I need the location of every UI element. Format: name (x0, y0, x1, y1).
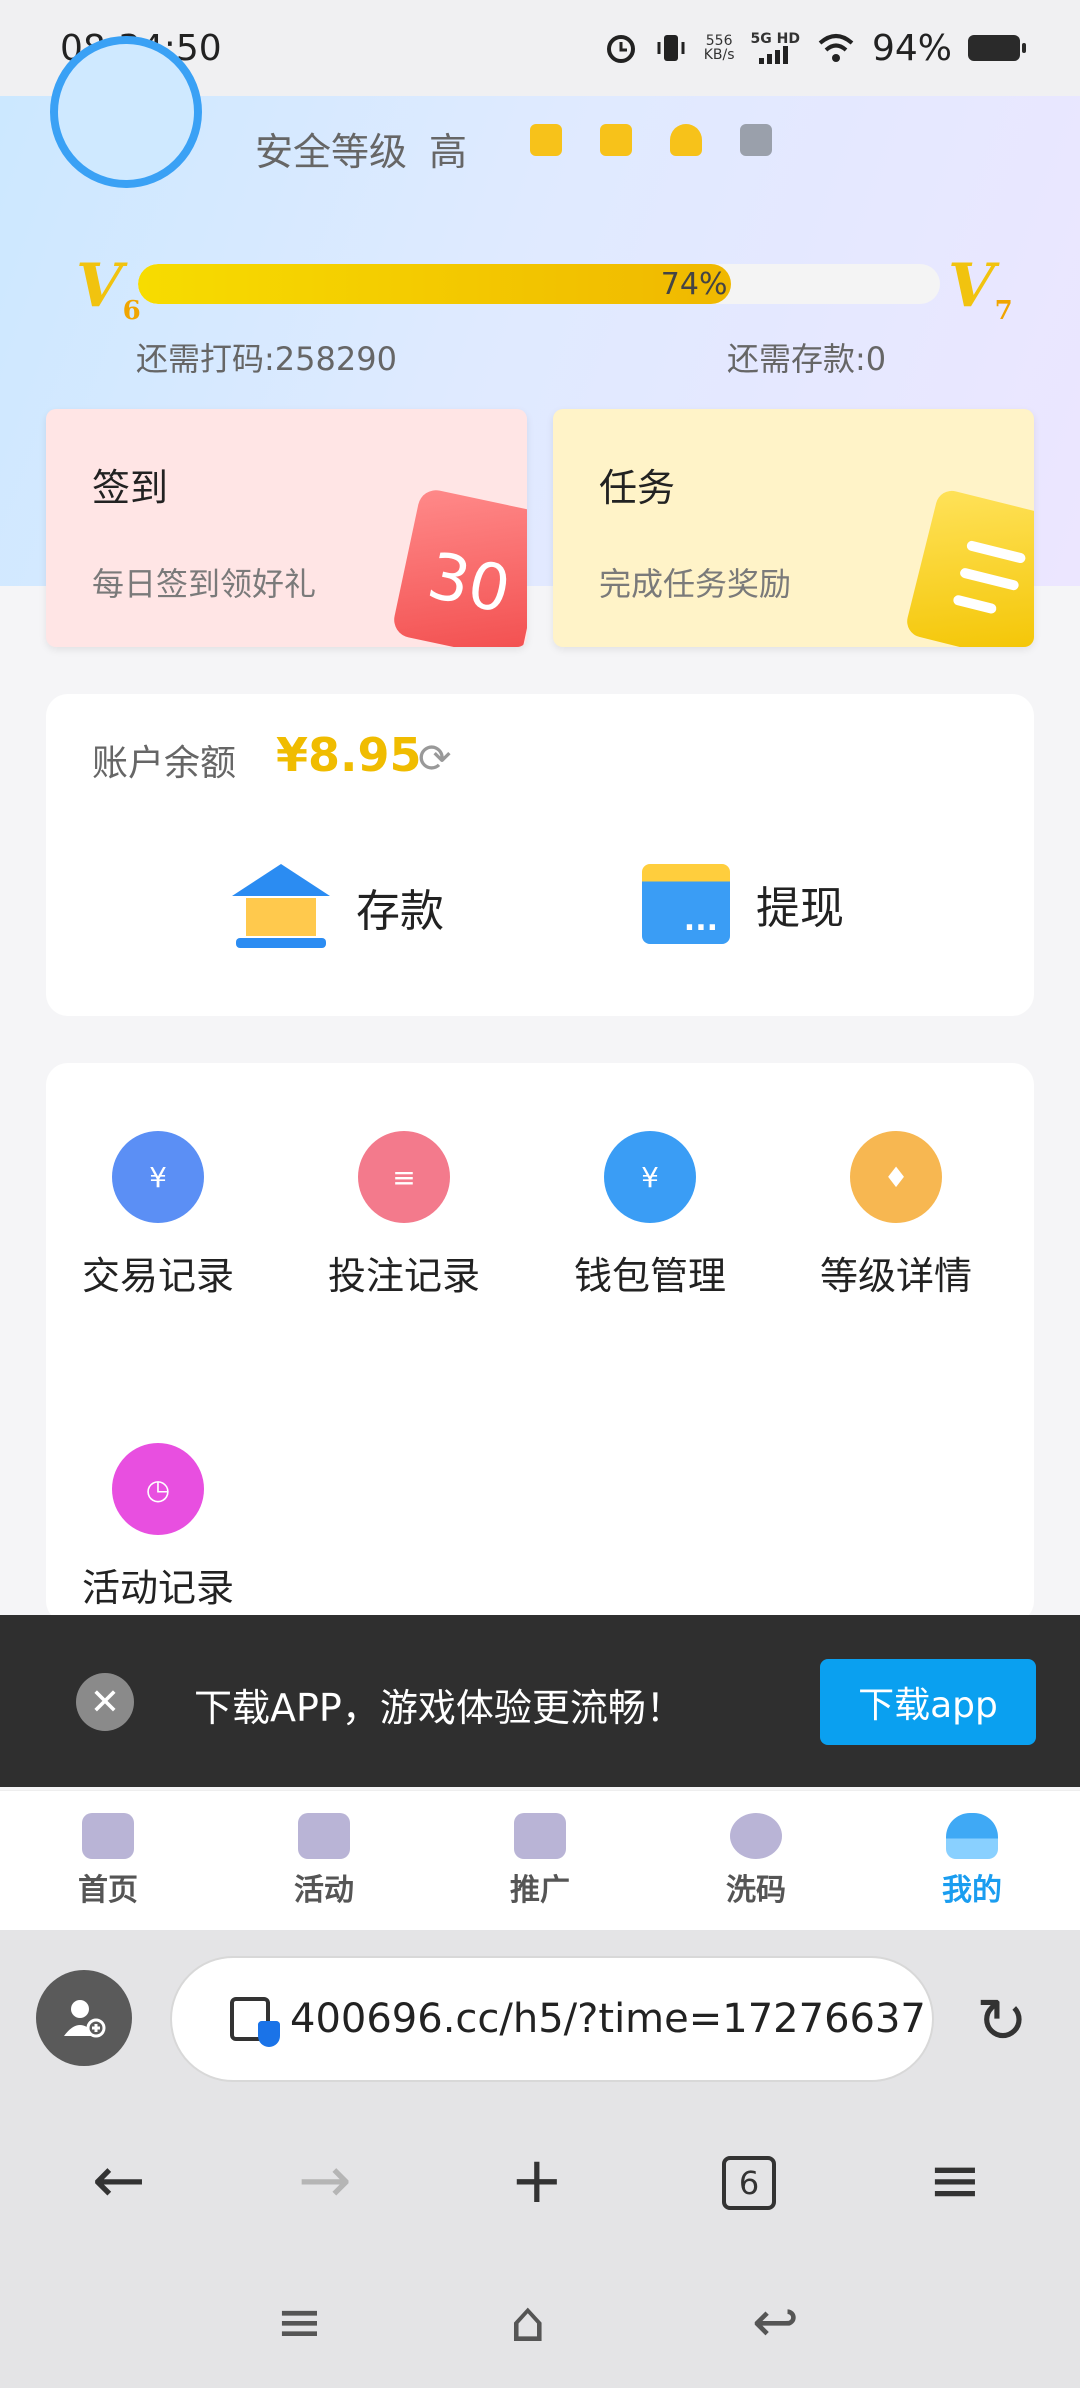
vip-current-badge: V6 (76, 251, 141, 326)
bet-record-icon: ≡ (358, 1131, 450, 1223)
tab-mine[interactable]: 我的 (864, 1791, 1080, 1930)
withdraw-button[interactable]: 提现 (642, 864, 844, 944)
tab-home[interactable]: 首页 (0, 1791, 216, 1930)
download-banner: ✕ 下载APP，游戏体验更流畅！ 下载app (0, 1615, 1080, 1787)
battery-icon (968, 35, 1026, 61)
deposit-button[interactable]: 存款 (232, 864, 444, 950)
sign-in-subtitle: 每日签到领好礼 (92, 565, 317, 603)
wallet-icon (642, 864, 730, 944)
vip-next-badge: V7 (948, 251, 1013, 326)
system-navigation-bar: ≡ ⌂ ↩ (0, 2260, 1080, 2388)
status-icons: 556 KB/s 5G HD 94% (604, 27, 1026, 69)
level-icon: ♦ (850, 1131, 942, 1223)
browser-toolbar: ← → + 6 ≡ (0, 2110, 1080, 2260)
close-banner-icon[interactable]: ✕ (76, 1673, 134, 1731)
net-speed: 556 KB/s (703, 33, 735, 63)
menu-wallet-manage[interactable]: ¥ 钱包管理 (540, 1131, 760, 1300)
rebate-icon (730, 1812, 782, 1859)
wallet-manage-icon: ¥ (604, 1131, 696, 1223)
bottom-tab-bar: 首页 活动 推广 洗码 我的 (0, 1790, 1080, 1930)
menu-panel: ¥ 交易记录 ≡ 投注记录 ¥ 钱包管理 ♦ 等级详情 ◷ 活动记录 (46, 1063, 1034, 1623)
alarm-icon (604, 31, 638, 65)
address-bar[interactable]: 400696.cc/h5/?time=17276637 (170, 1956, 934, 2082)
transaction-icon: ¥ (112, 1131, 204, 1223)
download-banner-text: 下载APP，游戏体验更流畅！ (194, 1686, 684, 1730)
security-icons (530, 124, 772, 156)
vip-progress-bar: 74% (138, 264, 940, 304)
sign-in-card[interactable]: 签到 每日签到领好礼 30 (46, 409, 527, 647)
security-value: 高 (429, 130, 468, 174)
security-label: 安全等级 (255, 130, 408, 174)
task-card[interactable]: 任务 完成任务奖励 (553, 409, 1034, 647)
need-deposit-text: 还需存款:0 (727, 340, 887, 378)
browser-menu-icon[interactable]: ≡ (928, 2144, 982, 2218)
email-verify-icon[interactable] (600, 124, 632, 156)
activity-icon (298, 1812, 350, 1859)
promote-icon (514, 1812, 566, 1859)
password-lock-icon[interactable] (740, 124, 772, 156)
task-subtitle: 完成任务奖励 (599, 565, 792, 603)
battery-percent: 94% (871, 27, 952, 69)
menu-bet-record[interactable]: ≡ 投注记录 (294, 1131, 514, 1300)
home-nav-icon[interactable]: ⌂ (510, 2290, 546, 2355)
vip-progress-text: 74% (660, 266, 728, 302)
back-arrow-icon[interactable]: ← (92, 2144, 146, 2218)
menu-transaction-record[interactable]: ¥ 交易记录 (48, 1131, 268, 1300)
menu-activity-record[interactable]: ◷ 活动记录 (48, 1443, 268, 1612)
new-tab-plus-icon[interactable]: + (510, 2144, 564, 2218)
tab-activity[interactable]: 活动 (216, 1791, 432, 1930)
security-level: 安全等级 高 (255, 121, 467, 176)
tab-rebate[interactable]: 洗码 (648, 1791, 864, 1930)
need-code-text: 还需打码:258290 (136, 340, 397, 378)
deposit-label: 存款 (356, 886, 444, 937)
vip-progress-fill: 74% (138, 264, 732, 304)
recent-apps-icon[interactable]: ≡ (276, 2290, 323, 2355)
secure-lock-icon[interactable] (230, 1997, 280, 2047)
wifi-icon (816, 31, 856, 65)
bank-icon (232, 864, 330, 950)
forward-arrow-icon[interactable]: → (298, 2144, 352, 2218)
task-title: 任务 (599, 466, 676, 510)
browser-profile-button[interactable] (36, 1970, 132, 2066)
balance-label: 账户余额 (92, 743, 237, 784)
download-app-button[interactable]: 下载app (820, 1659, 1036, 1745)
calendar-icon: 30 (390, 486, 527, 647)
withdraw-label: 提现 (756, 883, 844, 934)
user-add-icon (64, 2000, 106, 2038)
profile-icon (946, 1812, 998, 1859)
browser-url-area: 400696.cc/h5/?time=17276637 ↻ (0, 1930, 1080, 2110)
url-text[interactable]: 400696.cc/h5/?time=17276637 (290, 1996, 926, 2042)
menu-level-detail[interactable]: ♦ 等级详情 (786, 1131, 1006, 1300)
activity-record-icon: ◷ (112, 1443, 204, 1535)
sign-in-title: 签到 (92, 466, 169, 510)
home-icon (82, 1812, 134, 1859)
signal-icon: 5G HD (751, 32, 800, 64)
back-nav-icon[interactable]: ↩ (752, 2290, 799, 2355)
balance-panel: 账户余额 ¥8.95 ⟳ 存款 提现 (46, 694, 1034, 1016)
reload-icon[interactable]: ↻ (976, 1984, 1028, 2057)
phone-verify-icon[interactable] (530, 124, 562, 156)
profile-header: 安全等级 高 V6 74% V7 还需打码:258290 还需存款:0 签到 每… (0, 36, 1080, 647)
vibrate-icon (654, 31, 688, 65)
balance-amount: ¥8.95 (276, 728, 422, 782)
avatar[interactable] (50, 36, 202, 188)
task-document-icon (903, 487, 1034, 647)
tab-promote[interactable]: 推广 (432, 1791, 648, 1930)
tab-switcher-button[interactable]: 6 (722, 2156, 776, 2210)
refresh-balance-icon[interactable]: ⟳ (418, 736, 452, 782)
user-verify-icon[interactable] (670, 124, 702, 156)
